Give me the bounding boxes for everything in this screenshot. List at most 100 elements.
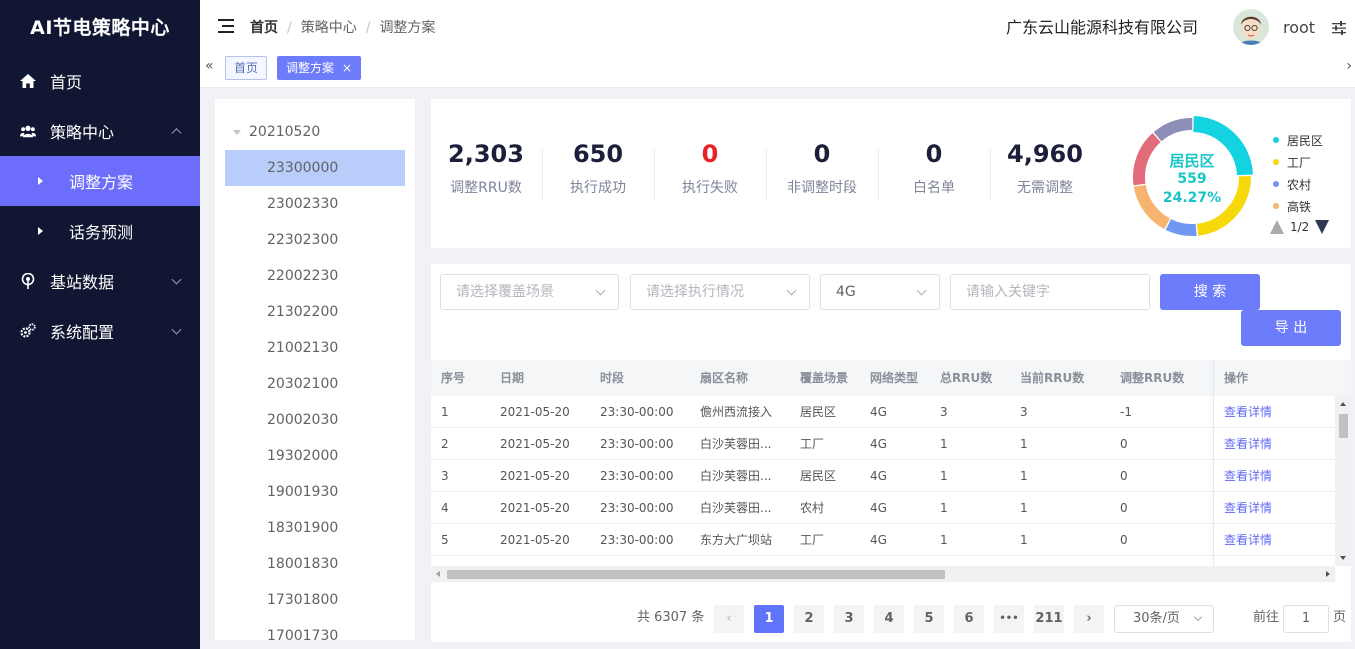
vertical-scrollbar[interactable]	[1335, 396, 1351, 566]
export-button[interactable]: 导 出	[1241, 310, 1341, 346]
column-header[interactable]: 调整RRU数	[1120, 360, 1184, 396]
tree-node[interactable]: 19302000	[225, 438, 405, 474]
tags-scroll-left-icon[interactable]: «	[205, 58, 214, 74]
stat-value: 4,960	[1007, 140, 1083, 168]
table-row[interactable]: 1 2021-05-20 23:30-00:00 儋州西流接入 居民区 4G 3 3 -1 查看详…	[431, 396, 1335, 428]
sidebar-item-system-config[interactable]: 系统配置	[0, 306, 200, 356]
horizontal-scrollbar[interactable]	[431, 566, 1335, 582]
page-button[interactable]: 3	[834, 605, 864, 633]
scroll-right-icon[interactable]	[1326, 571, 1330, 577]
table-cell: 2021-05-20	[500, 501, 570, 515]
table-cell: 0	[1120, 437, 1128, 451]
tree-node[interactable]: 22302300	[225, 222, 405, 258]
legend-item[interactable]: 居民区	[1273, 129, 1323, 151]
legend-dot	[1273, 181, 1279, 187]
column-header[interactable]: 网络类型	[870, 360, 918, 396]
donut-segment[interactable]	[1153, 118, 1193, 142]
sidebar-subitem-traffic-forecast[interactable]: 话务预测	[0, 206, 200, 256]
goto-page-input[interactable]: 1	[1283, 605, 1329, 633]
column-header[interactable]: 时段	[600, 360, 624, 396]
tag-adjust-plan[interactable]: 调整方案 ×	[277, 56, 362, 80]
tree-node[interactable]: 18001830	[225, 546, 405, 582]
page-button[interactable]: 2	[794, 605, 824, 633]
scroll-up-icon[interactable]	[1340, 402, 1346, 406]
view-details-link[interactable]: 查看详情	[1224, 492, 1272, 524]
page-size-select[interactable]: 30条/页	[1114, 605, 1214, 633]
tree-node[interactable]: 17001730	[225, 618, 405, 640]
tree-node[interactable]: 21302200	[225, 294, 405, 330]
legend-label: 居民区	[1287, 133, 1324, 148]
tree-root[interactable]: 20210520	[233, 124, 320, 140]
table-cell: 1	[441, 405, 449, 419]
legend-item[interactable]: 农村	[1273, 173, 1323, 195]
view-details-link[interactable]: 查看详情	[1224, 460, 1272, 492]
column-header[interactable]: 总RRU数	[940, 360, 992, 396]
search-button[interactable]: 搜 索	[1160, 274, 1260, 310]
legend-next-icon[interactable]	[1315, 220, 1330, 234]
stat-label: 无需调整	[1017, 180, 1073, 196]
stat-label: 执行成功	[570, 180, 626, 196]
table-row[interactable]: 2 2021-05-20 23:30-00:00 白沙芙蓉田... 工厂 4G 1 1 0 查看详…	[431, 428, 1335, 460]
page-button[interactable]: 211	[1034, 605, 1064, 633]
goto-label: 前往	[1253, 610, 1280, 625]
scroll-down-icon[interactable]	[1340, 556, 1346, 560]
view-details-link[interactable]: 查看详情	[1224, 524, 1272, 556]
tree-node[interactable]: 21002130	[225, 330, 405, 366]
scene-select[interactable]: 请选择覆盖场景	[440, 274, 619, 310]
page-button[interactable]: 1	[754, 605, 784, 633]
table-cell: 儋州西流接入	[700, 405, 773, 419]
tags-scroll-right-icon[interactable]: ›	[1346, 58, 1352, 74]
avatar[interactable]	[1233, 9, 1269, 45]
legend-item[interactable]: 工厂	[1273, 151, 1323, 173]
username[interactable]: root	[1283, 0, 1315, 56]
donut-segment[interactable]	[1165, 218, 1197, 236]
column-header[interactable]: 序号	[441, 360, 465, 396]
table-cell: 0	[1120, 533, 1128, 547]
column-header[interactable]: 覆盖场景	[800, 360, 848, 396]
scroll-left-icon[interactable]	[436, 571, 440, 577]
sidebar-item-home[interactable]: 首页	[0, 56, 200, 106]
scrollbar-thumb[interactable]	[1339, 414, 1348, 438]
sidebar-subitem-adjust-plan[interactable]: 调整方案	[0, 156, 200, 206]
menu-toggle-icon[interactable]	[218, 19, 234, 33]
settings-icon[interactable]	[1331, 20, 1347, 36]
next-page-button[interactable]: ›	[1074, 605, 1104, 633]
tree-node[interactable]: 20302100	[225, 366, 405, 402]
close-icon[interactable]: ×	[342, 61, 352, 75]
tree-node[interactable]: 18301900	[225, 510, 405, 546]
tree-node[interactable]: 23002330	[225, 186, 405, 222]
page-button[interactable]: 4	[874, 605, 904, 633]
page-button[interactable]: 5	[914, 605, 944, 633]
tree-node[interactable]: 22002230	[225, 258, 405, 294]
column-header[interactable]: 当前RRU数	[1020, 360, 1084, 396]
view-details-link[interactable]: 查看详情	[1224, 428, 1272, 460]
table-cell: 农村	[800, 501, 825, 515]
breadcrumb-item[interactable]: 策略中心	[301, 20, 357, 36]
more-pages-button[interactable]: •••	[994, 605, 1024, 633]
sidebar-item-strategy[interactable]: 策略中心	[0, 106, 200, 156]
tree-node[interactable]: 19001930	[225, 474, 405, 510]
table-cell: 2021-05-20	[500, 405, 570, 419]
network-type-select[interactable]: 4G	[820, 274, 940, 310]
breadcrumb-item[interactable]: 首页	[250, 20, 278, 36]
prev-page-button[interactable]: ‹	[714, 605, 744, 633]
scrollbar-thumb[interactable]	[447, 570, 945, 579]
tree-node[interactable]: 17301800	[225, 582, 405, 618]
sidebar-item-station-data[interactable]: 基站数据	[0, 256, 200, 306]
table-row[interactable]: 3 2021-05-20 23:30-00:00 白沙芙蓉田... 居民区 4G 1 1 0 查看…	[431, 460, 1335, 492]
status-select[interactable]: 请选择执行情况	[630, 274, 810, 310]
tag-home[interactable]: 首页	[225, 56, 268, 80]
table-row[interactable]: 5 2021-05-20 23:30-00:00 东方大广坝站 工厂 4G 1 1 0 查看详情	[431, 524, 1335, 556]
legend-item[interactable]: 高铁	[1273, 195, 1323, 217]
column-header[interactable]: 操作	[1224, 360, 1248, 396]
table-row[interactable]: 4 2021-05-20 23:30-00:00 白沙芙蓉田... 农村 4G 1 1 0 查看详…	[431, 492, 1335, 524]
legend-prev-icon[interactable]	[1270, 220, 1284, 234]
tree-node[interactable]: 23300000	[225, 150, 405, 186]
tree-node[interactable]: 20002030	[225, 402, 405, 438]
page-button[interactable]: 6	[954, 605, 984, 633]
column-header[interactable]: 日期	[500, 360, 524, 396]
table-cell: 1	[940, 501, 948, 515]
view-details-link[interactable]: 查看详情	[1224, 396, 1272, 428]
column-header[interactable]: 扇区名称	[700, 360, 748, 396]
keyword-input[interactable]: 请输入关键字	[950, 274, 1150, 310]
